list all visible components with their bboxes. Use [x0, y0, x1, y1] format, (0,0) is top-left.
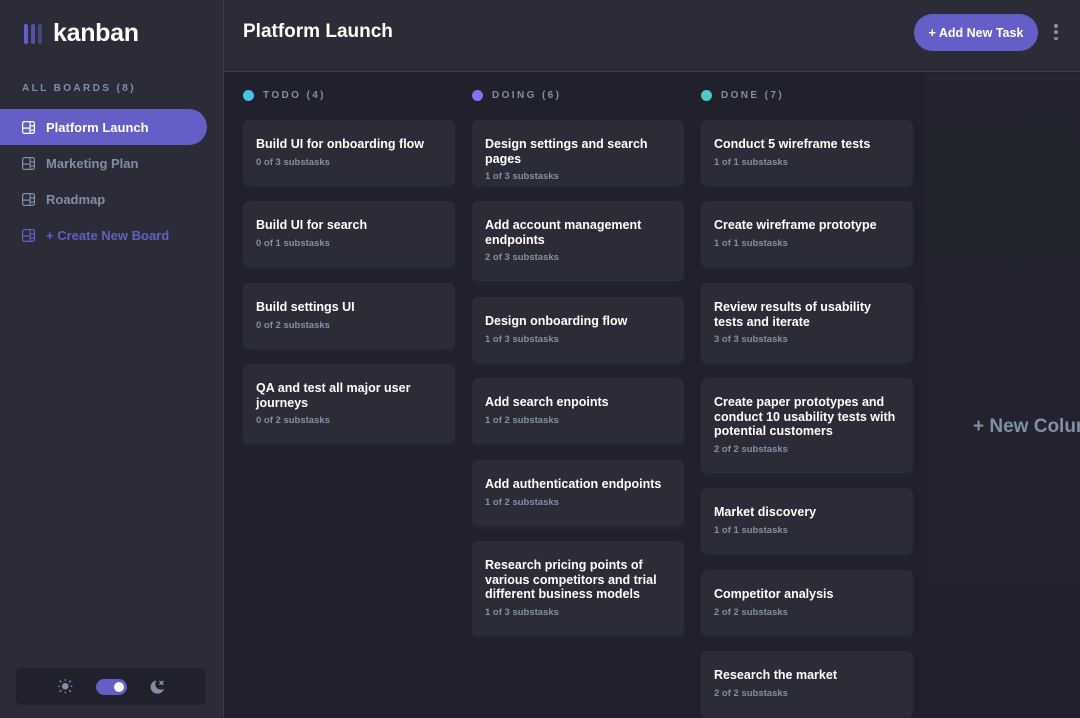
sidebar-item-roadmap[interactable]: Roadmap — [0, 181, 207, 217]
task-card[interactable]: Add authentication endpoints 1 of 2 subst… — [472, 460, 684, 526]
task-title: Design onboarding flow — [485, 314, 628, 328]
page-title: Platform Launch — [243, 21, 393, 42]
task-card[interactable]: Create paper prototypes and conduct 10 u… — [701, 378, 913, 473]
task-card[interactable]: Design onboarding flow 1 of 3 substasks — [472, 297, 684, 363]
status-dot-icon — [472, 90, 483, 101]
task-subtasks: 1 of 2 substasks — [485, 414, 559, 426]
dark-mode-switch[interactable] — [95, 678, 127, 695]
logo-icon — [24, 23, 42, 44]
task-card[interactable]: Build UI for onboarding flow 0 of 3 subst… — [243, 120, 455, 186]
task-card[interactable]: Review results of usability tests and it… — [701, 283, 913, 363]
vertical-ellipsis-icon[interactable] — [1051, 22, 1061, 42]
sidebar-item-marketing-plan[interactable]: Marketing Plan — [0, 145, 207, 181]
task-title: Add authentication endpoints — [485, 477, 662, 491]
board: TODO (4) Build UI for onboarding flow 0 of… — [224, 73, 1080, 718]
task-card[interactable]: Add account management endpoints 2 of 3 s… — [472, 201, 684, 281]
task-title: Design settings and search pages — [485, 137, 648, 166]
sun-icon — [58, 679, 74, 695]
task-card[interactable]: Competitor analysis 2 of 2 substasks — [701, 570, 913, 636]
task-subtasks: 3 of 3 substasks — [714, 334, 788, 345]
column-header: TODO (4) — [243, 90, 326, 101]
task-title: Conduct 5 wireframe tests — [714, 137, 871, 151]
task-title: Add search enpoints — [485, 395, 609, 409]
board-icon — [22, 192, 35, 206]
task-subtasks: 0 of 1 substasks — [256, 237, 330, 249]
task-card[interactable]: Market discovery 1 of 1 substasks — [701, 488, 913, 554]
board-label: Platform Launch — [46, 119, 149, 135]
task-subtasks: 2 of 2 substasks — [714, 606, 788, 618]
task-title: Build UI for onboarding flow — [256, 137, 425, 151]
sidebar: kanban ALL BOARDS (8) Platform Launch Ma… — [0, 0, 224, 718]
task-title: Build UI for search — [256, 218, 368, 232]
create-board-label: + Create New Board — [46, 227, 170, 243]
moon-icon — [149, 679, 165, 695]
task-title: Research pricing points of various compe… — [485, 558, 657, 601]
task-subtasks: 0 of 3 substasks — [256, 156, 330, 168]
task-title: Create paper prototypes and conduct 10 u… — [714, 395, 896, 438]
task-card[interactable]: Research pricing points of various compe… — [472, 541, 684, 636]
new-column-button[interactable]: + New Column — [924, 73, 1080, 718]
column-title: DOING (6) — [492, 90, 562, 101]
task-subtasks: 0 of 2 substasks — [256, 319, 330, 331]
task-subtasks: 1 of 3 substasks — [485, 606, 559, 618]
board-list: Platform Launch Marketing Plan Roadmap +… — [0, 109, 207, 253]
task-subtasks: 1 of 1 substasks — [714, 237, 788, 249]
task-card[interactable]: Design settings and search pages 1 of 3 s… — [472, 120, 684, 186]
task-title: Market discovery — [714, 505, 817, 519]
logo: kanban — [24, 19, 139, 48]
board-label: Marketing Plan — [46, 155, 139, 171]
task-subtasks: 0 of 2 substasks — [256, 415, 330, 426]
task-card[interactable]: Conduct 5 wireframe tests 1 of 1 substask… — [701, 120, 913, 186]
column-header: DONE (7) — [701, 90, 784, 101]
task-subtasks: 1 of 3 substasks — [485, 171, 559, 182]
column-header: DOING (6) — [472, 90, 561, 101]
task-card[interactable]: QA and test all major user journeys 0 of … — [243, 364, 455, 444]
task-card[interactable]: Build UI for search 0 of 1 substasks — [243, 201, 455, 267]
new-column-label: + New Column — [973, 416, 1080, 437]
sidebar-item-platform-launch[interactable]: Platform Launch — [0, 109, 207, 145]
header: Platform Launch + Add New Task — [224, 0, 1080, 72]
task-title: Add account management endpoints — [485, 218, 642, 247]
status-dot-icon — [243, 90, 254, 101]
task-title: Create wireframe prototype — [714, 218, 877, 232]
add-new-task-button[interactable]: + Add New Task — [914, 14, 1038, 51]
task-subtasks: 1 of 1 substasks — [714, 524, 788, 536]
task-card[interactable]: Create wireframe prototype 1 of 1 substas… — [701, 201, 913, 267]
task-title: Competitor analysis — [714, 587, 834, 601]
switch-knob — [113, 681, 124, 692]
column-title: DONE (7) — [721, 90, 785, 101]
task-card[interactable]: Add search enpoints 1 of 2 substasks — [472, 378, 684, 444]
task-subtasks: 2 of 3 substasks — [485, 252, 559, 263]
column-title: TODO (4) — [263, 90, 326, 101]
create-new-board-button[interactable]: + Create New Board — [0, 217, 207, 253]
task-card[interactable]: Build settings UI 0 of 2 substasks — [243, 283, 455, 349]
task-subtasks: 1 of 1 substasks — [714, 156, 788, 168]
task-subtasks: 1 of 2 substasks — [485, 496, 559, 508]
board-icon — [22, 156, 35, 170]
board-label: Roadmap — [46, 191, 106, 207]
task-subtasks: 1 of 3 substasks — [485, 333, 559, 345]
task-subtasks: 2 of 2 substasks — [714, 443, 788, 455]
board-icon — [22, 120, 35, 134]
board-icon — [22, 228, 35, 242]
task-title: Research the market — [714, 668, 837, 682]
logo-text: kanban — [53, 19, 139, 47]
theme-toggle — [16, 668, 206, 705]
task-title: Build settings UI — [256, 300, 355, 314]
task-title: Review results of usability tests and it… — [714, 300, 871, 329]
task-subtasks: 2 of 2 substasks — [714, 687, 788, 699]
status-dot-icon — [701, 90, 712, 101]
task-card[interactable]: Research the market 2 of 2 substasks — [701, 651, 913, 717]
kanban-app: kanban ALL BOARDS (8) Platform Launch Ma… — [0, 0, 1080, 718]
task-title: QA and test all major user journeys — [256, 381, 411, 410]
all-boards-heading: ALL BOARDS (8) — [22, 83, 136, 94]
